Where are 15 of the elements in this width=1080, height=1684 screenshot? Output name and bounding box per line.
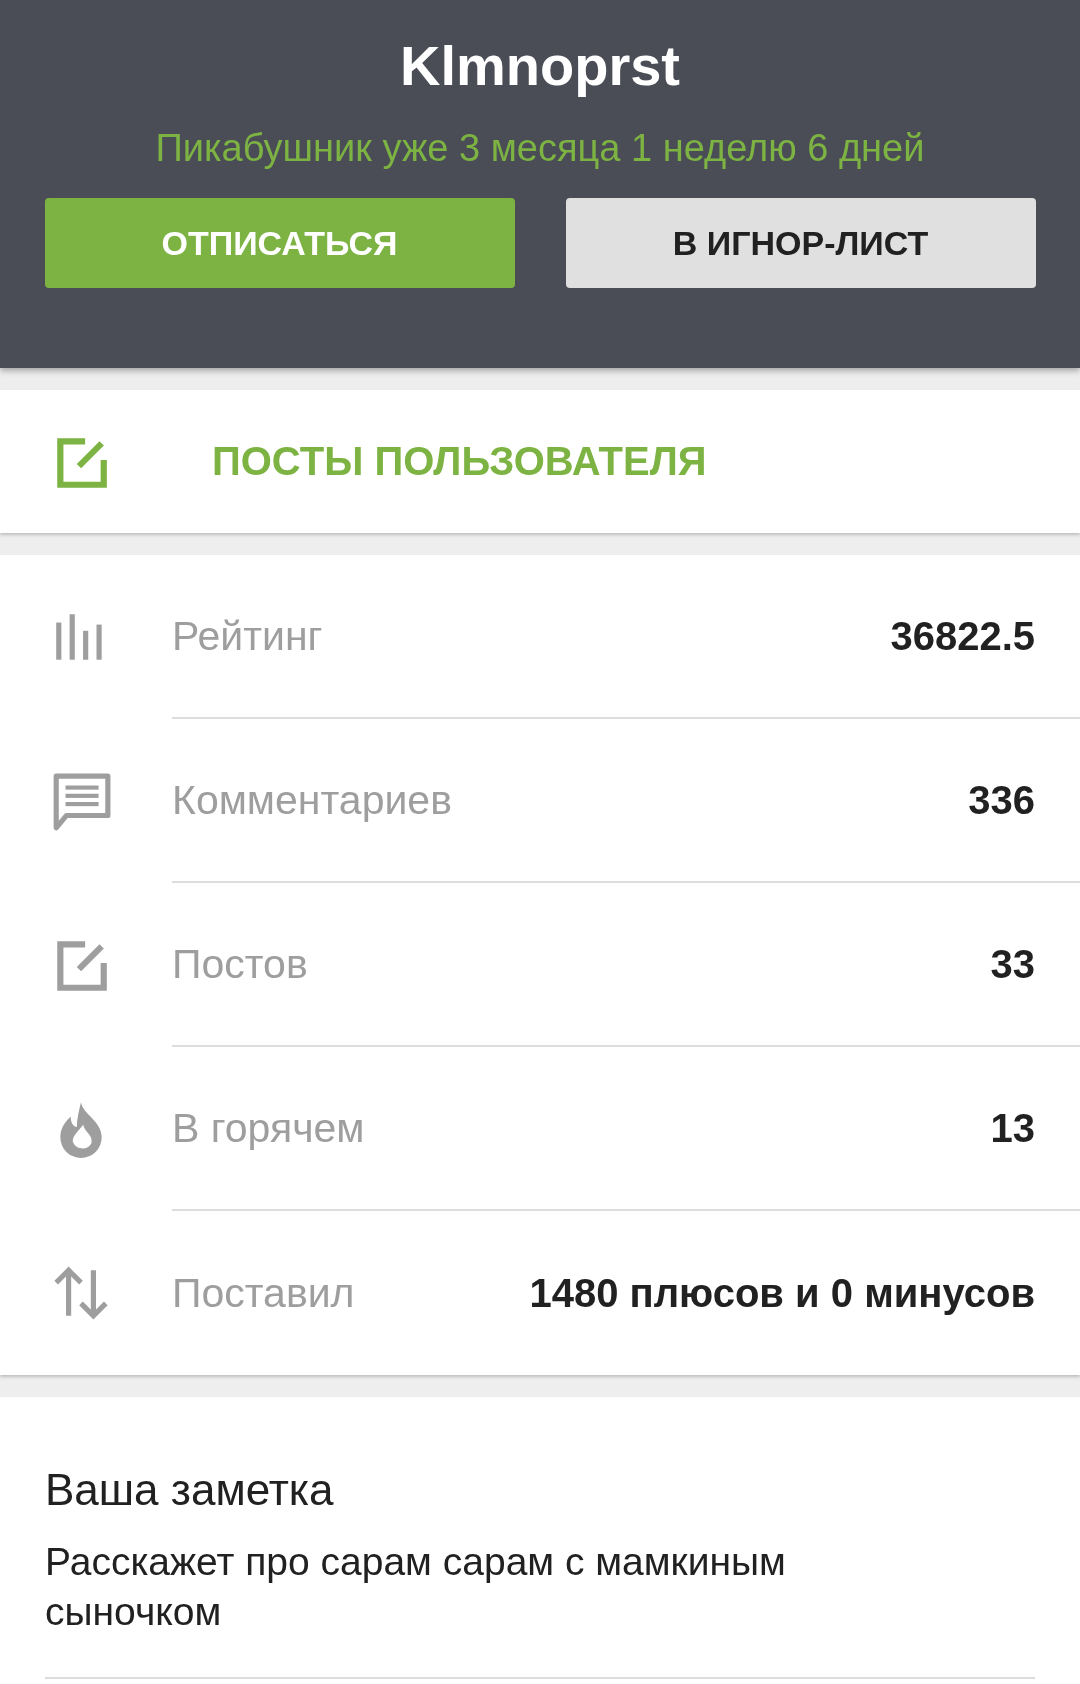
stat-value: 33 [990,941,1035,987]
stat-label: В горячем [172,1104,365,1152]
username: Klmnoprst [400,33,680,99]
stat-value: 1480 плюсов и 0 минусов [529,1270,1035,1316]
stat-label: Рейтинг [172,612,323,660]
membership-duration: Пикабушник уже 3 месяца 1 неделю 6 дней [155,126,925,171]
note-field[interactable]: Расскажет про сарам сарам с мамкиным сыночком [45,1537,1035,1679]
stat-label: Комментариев [172,776,452,824]
stat-value: 336 [968,777,1035,823]
stat-value: 13 [990,1105,1035,1151]
stat-value: 36822.5 [890,613,1035,659]
stat-label: Поставил [172,1269,355,1317]
note-title: Ваша заметка [45,1465,335,1515]
ignore-list-button[interactable]: В ИГНОР-ЛИСТ [565,198,1036,288]
stat-label: Постов [172,940,308,988]
